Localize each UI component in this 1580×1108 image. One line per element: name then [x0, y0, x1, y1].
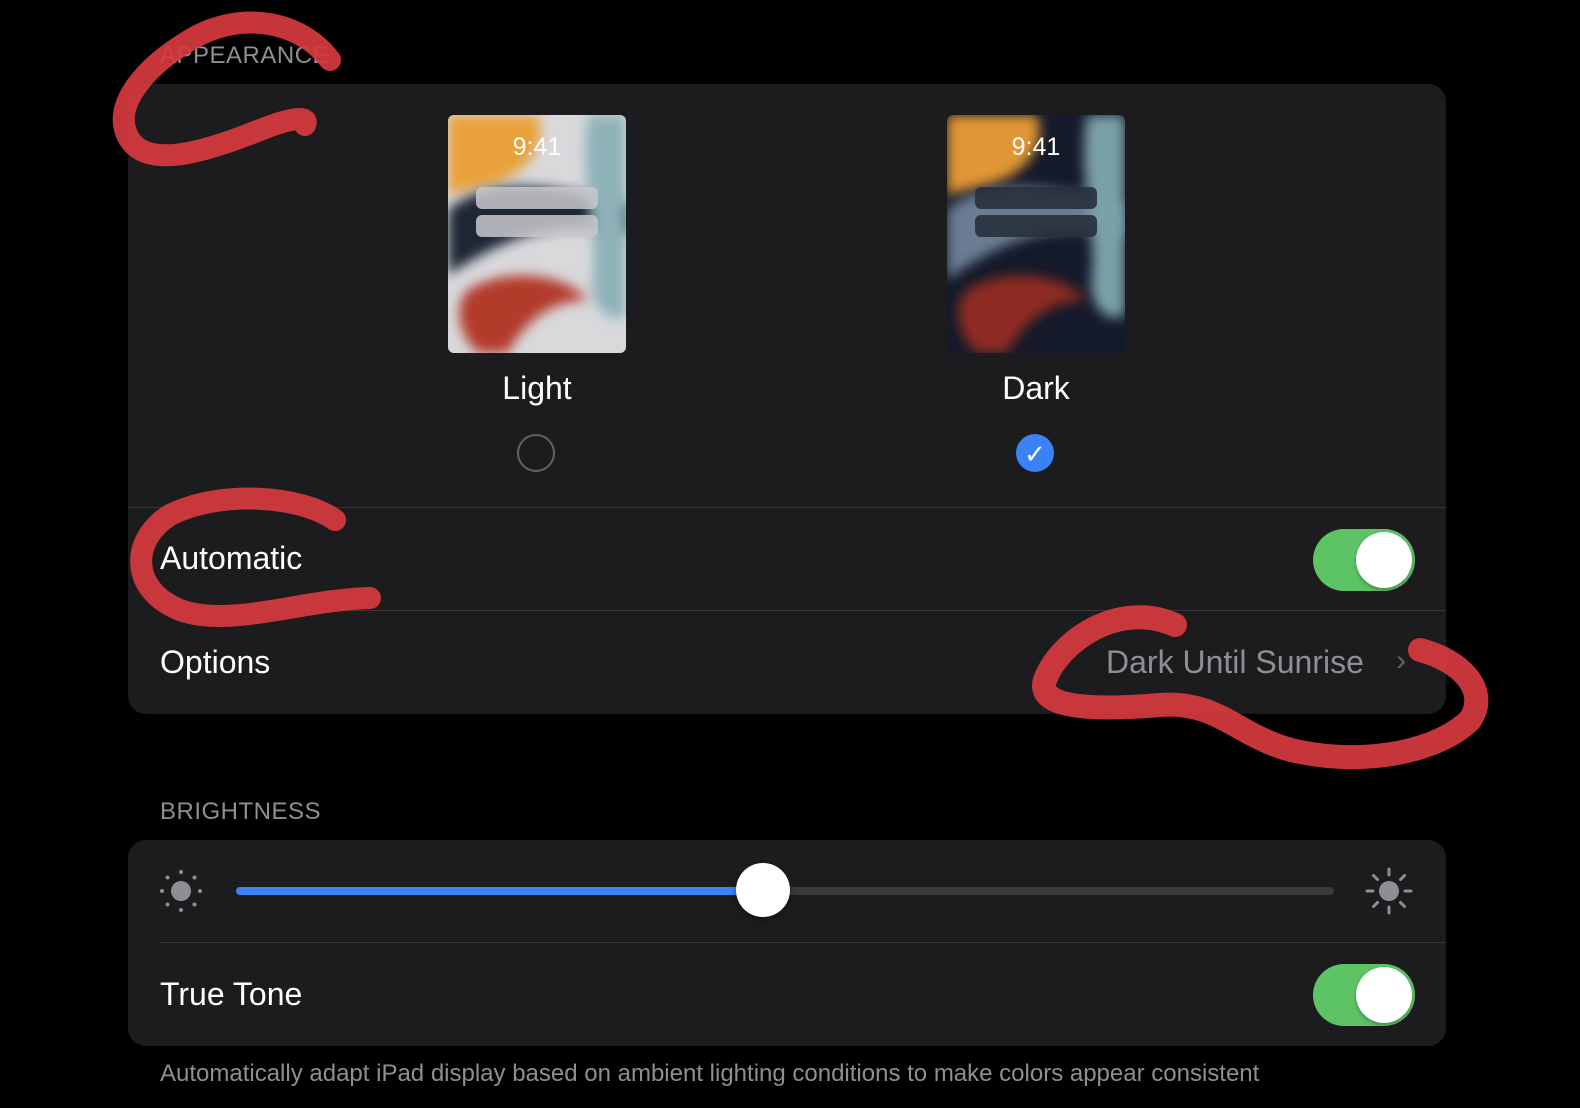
automatic-toggle[interactable]: [1313, 529, 1415, 591]
sun-small-icon: [160, 870, 202, 912]
dark-mode-radio-checked[interactable]: ✓: [1016, 434, 1054, 472]
slider-thumb[interactable]: [736, 863, 791, 917]
true-tone-label: True Tone: [160, 976, 303, 1012]
brightness-card: True Tone: [128, 840, 1446, 1046]
dark-thumbnail-widget-bar: [975, 187, 1097, 209]
dark-mode-thumbnail[interactable]: 9:41: [947, 115, 1125, 353]
appearance-section-header: APPEARANCE: [160, 42, 330, 69]
light-mode-radio[interactable]: [517, 434, 555, 472]
options-label: Options: [160, 644, 271, 680]
checkmark-icon: ✓: [1024, 439, 1046, 469]
slider-fill: [236, 887, 764, 895]
light-mode-thumbnail[interactable]: 9:41: [448, 115, 626, 353]
dark-thumbnail-widget-bar: [975, 215, 1097, 237]
chevron-right-icon[interactable]: ›: [1396, 644, 1406, 678]
toggle-knob: [1356, 532, 1412, 588]
appearance-card: 9:41 Light 9:41 Dark ✓ Automatic Options…: [128, 84, 1446, 714]
dark-thumbnail-time: 9:41: [1011, 133, 1061, 161]
sun-large-icon: [1365, 867, 1413, 915]
brightness-slider[interactable]: [236, 862, 1334, 920]
light-thumbnail-widget-bar: [476, 187, 598, 209]
automatic-label: Automatic: [160, 540, 303, 576]
options-value[interactable]: Dark Until Sunrise: [1106, 644, 1364, 681]
divider: [160, 610, 1446, 611]
dark-mode-label: Dark: [1002, 370, 1070, 406]
light-thumbnail-time: 9:41: [512, 133, 562, 161]
true-tone-toggle[interactable]: [1313, 964, 1415, 1026]
light-thumbnail-widget-bar: [476, 215, 598, 237]
brightness-section-header: BRIGHTNESS: [160, 798, 322, 825]
divider: [160, 942, 1446, 943]
divider: [128, 507, 1446, 508]
true-tone-footer-text: Automatically adapt iPad display based o…: [160, 1060, 1260, 1087]
toggle-knob: [1356, 967, 1412, 1023]
light-mode-label: Light: [502, 370, 572, 406]
